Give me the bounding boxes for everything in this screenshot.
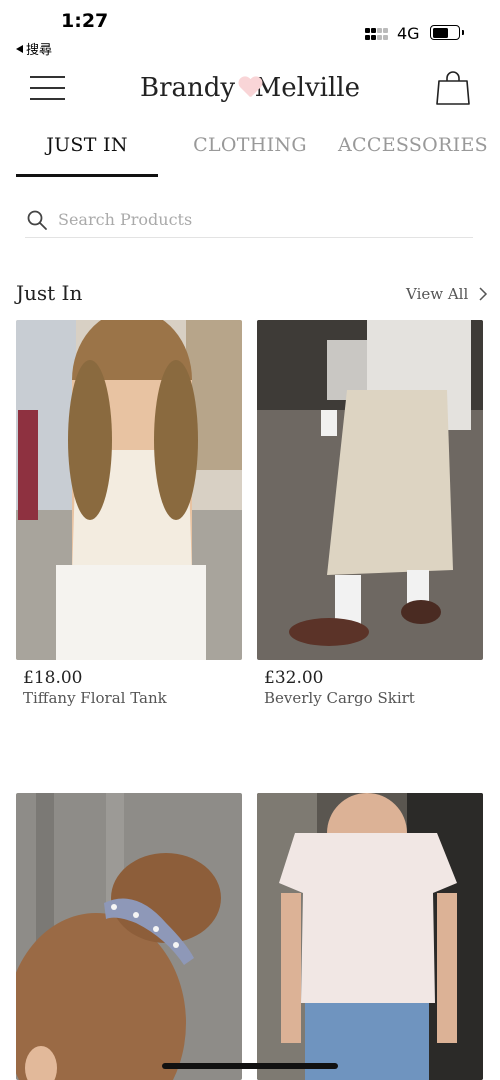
back-app-label: 搜尋 xyxy=(26,43,53,58)
product-name[interactable]: Tiffany Floral Tank xyxy=(23,689,167,707)
search-bar[interactable] xyxy=(25,202,473,238)
tab-accessories[interactable]: ACCESSORIES xyxy=(338,134,488,156)
search-input[interactable] xyxy=(58,210,458,229)
product-name[interactable]: Beverly Cargo Skirt xyxy=(264,689,415,707)
product-price: £32.00 xyxy=(264,668,324,688)
network-type: 4G xyxy=(397,24,420,43)
brand-name-left: Brandy xyxy=(140,73,236,103)
product-image-floral-tank[interactable] xyxy=(16,320,242,660)
active-tab-indicator xyxy=(16,174,158,177)
home-indicator[interactable] xyxy=(162,1063,338,1069)
tab-just-in[interactable]: JUST IN xyxy=(16,134,158,156)
product-image-scrunchie[interactable] xyxy=(16,793,242,1080)
product-image-cargo-skirt[interactable] xyxy=(257,320,483,660)
brand-logo[interactable]: Brandy Melville xyxy=(140,70,360,106)
battery-tip xyxy=(462,30,464,35)
product-price: £18.00 xyxy=(23,668,83,688)
product-image-white-tee[interactable] xyxy=(257,793,483,1080)
status-time: 1:27 xyxy=(61,10,109,32)
back-triangle-icon xyxy=(16,44,23,53)
section-title: Just In xyxy=(16,281,83,305)
chevron-right-icon xyxy=(479,287,488,301)
cellular-signal-icon xyxy=(365,26,391,42)
battery-icon xyxy=(430,25,460,40)
shopping-bag-icon[interactable] xyxy=(436,70,470,106)
hamburger-menu-icon[interactable] xyxy=(30,74,65,102)
heart-icon xyxy=(238,77,252,99)
brand-name-right: Melville xyxy=(254,73,360,103)
tab-clothing[interactable]: CLOTHING xyxy=(180,134,320,156)
view-all-link[interactable]: View All xyxy=(406,285,488,303)
search-icon xyxy=(27,210,47,230)
view-all-label: View All xyxy=(406,285,469,303)
battery-level-fill xyxy=(432,27,448,38)
back-to-app-button[interactable]: 搜尋 xyxy=(16,39,52,58)
